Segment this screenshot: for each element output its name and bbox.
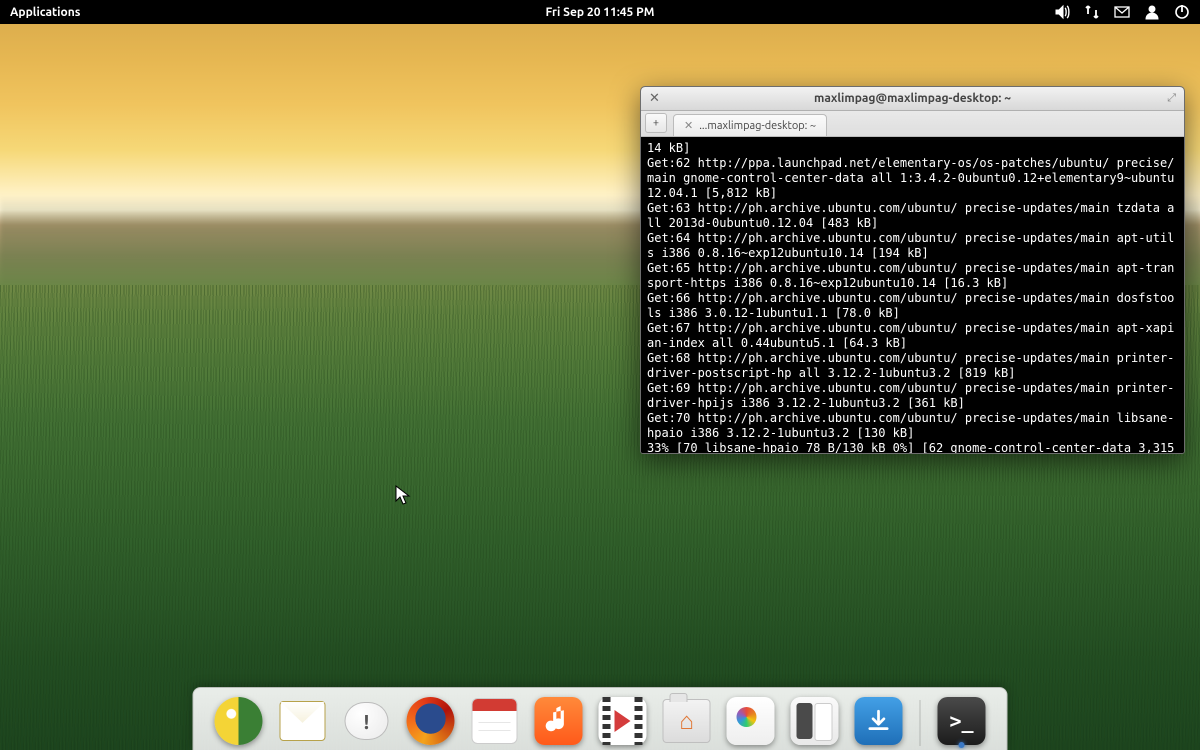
user-icon[interactable]: [1144, 4, 1160, 20]
running-indicator: [959, 742, 965, 748]
terminal-window[interactable]: ✕ maxlimpag@maxlimpag-desktop: ~ ⤢ + ✕ .…: [640, 86, 1185, 454]
network-icon[interactable]: [1084, 4, 1100, 20]
music-icon: [535, 697, 583, 745]
mouse-pointer: [395, 485, 411, 511]
power-icon[interactable]: [1174, 4, 1190, 20]
chat-icon: [345, 702, 389, 740]
panel-clock[interactable]: Fri Sep 20 11:45 PM: [546, 6, 655, 19]
dock: >_: [193, 687, 1008, 750]
window-maximize-button[interactable]: ⤢: [1167, 92, 1176, 105]
dock-item-browser[interactable]: [214, 696, 264, 746]
browser-icon: [215, 697, 263, 745]
dock-item-calendar[interactable]: [470, 696, 520, 746]
dock-item-terminal[interactable]: >_: [937, 696, 987, 746]
mail-icon[interactable]: [1114, 4, 1130, 20]
files-icon: [663, 699, 711, 743]
terminal-titlebar[interactable]: ✕ maxlimpag@maxlimpag-desktop: ~ ⤢: [641, 87, 1184, 111]
sound-icon[interactable]: [1054, 4, 1070, 20]
terminal-output[interactable]: 14 kB] Get:62 http://ppa.launchpad.net/e…: [641, 137, 1184, 453]
window-title: maxlimpag@maxlimpag-desktop: ~: [814, 92, 1011, 105]
dock-separator: [920, 700, 921, 746]
dock-item-photos[interactable]: [726, 696, 776, 746]
window-close-button[interactable]: ✕: [649, 92, 660, 105]
dock-item-switchboard[interactable]: [790, 696, 840, 746]
dock-item-files[interactable]: [662, 696, 712, 746]
photos-icon: [727, 697, 775, 745]
terminal-icon: >_: [938, 697, 986, 745]
mail-app-icon: [280, 701, 326, 741]
dock-item-software[interactable]: [854, 696, 904, 746]
settings-icon: [791, 697, 839, 745]
firefox-icon: [407, 697, 455, 745]
new-tab-button[interactable]: +: [645, 113, 667, 133]
dock-item-chat[interactable]: [342, 696, 392, 746]
terminal-tab[interactable]: ✕ ...maxlimpag-desktop: ~: [673, 114, 827, 136]
applications-menu[interactable]: Applications: [10, 6, 80, 19]
video-icon: [599, 697, 647, 745]
tab-label: ...maxlimpag-desktop: ~: [699, 120, 816, 132]
tab-close-icon[interactable]: ✕: [684, 119, 693, 132]
terminal-tabbar: + ✕ ...maxlimpag-desktop: ~: [641, 111, 1184, 137]
calendar-icon: [472, 698, 518, 744]
dock-item-videos[interactable]: [598, 696, 648, 746]
dock-item-firefox[interactable]: [406, 696, 456, 746]
dock-item-music[interactable]: [534, 696, 584, 746]
top-panel: Applications Fri Sep 20 11:45 PM: [0, 0, 1200, 24]
software-center-icon: [855, 697, 903, 745]
dock-item-mail[interactable]: [278, 696, 328, 746]
